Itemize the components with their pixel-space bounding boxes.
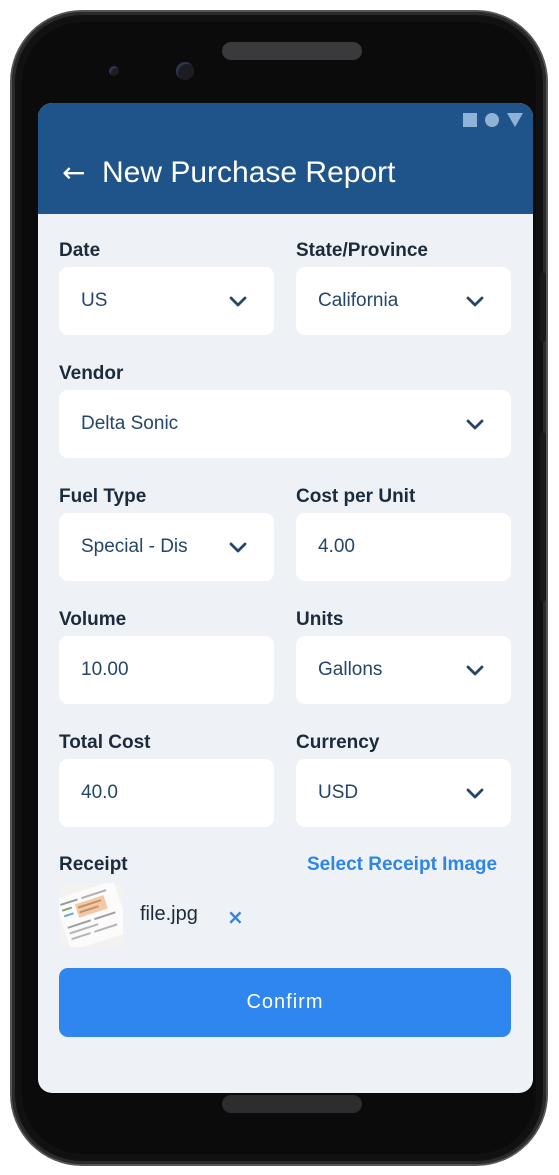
receipt-label: Receipt [59,854,128,875]
units-select[interactable]: Gallons [296,636,511,704]
currency-select[interactable]: USD [296,759,511,827]
chevron-down-icon [466,296,484,307]
arrow-left-icon[interactable]: ← [62,155,85,191]
vendor-label: Vendor [59,363,124,384]
units-label: Units [296,609,344,630]
fuel-type-select[interactable]: Special - Dis [59,513,274,581]
date-label: Date [59,240,101,261]
earpiece-speaker [222,42,362,60]
recents-icon [463,113,477,127]
chevron-down-icon [466,788,484,799]
cost-per-unit-input[interactable]: 4.00 [296,513,511,581]
vendor-value: Delta Sonic [81,413,179,434]
page-title: New Purchase Report [102,156,396,189]
volume-label: Volume [59,609,127,630]
units-value: Gallons [318,659,383,680]
receipt-file-name: file.jpg [140,903,198,925]
app-bar: ← New Purchase Report [38,103,533,214]
total-cost-value: 40.0 [81,782,118,803]
cost-per-unit-value: 4.00 [318,536,355,557]
total-cost-label: Total Cost [59,732,151,753]
chevron-down-icon [229,296,247,307]
select-receipt-link[interactable]: Select Receipt Image [307,854,497,876]
receipt-image [59,883,123,947]
state-value: California [318,290,399,311]
vendor-select[interactable]: Delta Sonic [59,390,511,458]
status-bar [463,113,523,127]
home-icon [485,113,499,127]
sensor [109,66,119,76]
chevron-down-icon [229,542,247,553]
chevron-down-icon [466,665,484,676]
volume-value: 10.00 [81,659,129,680]
bottom-speaker [222,1095,362,1113]
state-select[interactable]: California [296,267,511,335]
front-camera [176,62,194,80]
app-screen: ← New Purchase Report Date US State/Prov… [38,103,533,1093]
close-icon[interactable]: × [227,905,244,929]
total-cost-input[interactable]: 40.0 [59,759,274,827]
date-value: US [81,290,108,311]
volume-button [540,432,546,602]
currency-label: Currency [296,732,380,753]
date-select[interactable]: US [59,267,274,335]
volume-input[interactable]: 10.00 [59,636,274,704]
confirm-button[interactable]: Confirm [59,968,511,1037]
fuel-type-label: Fuel Type [59,486,147,507]
state-label: State/Province [296,240,428,261]
fuel-type-value: Special - Dis [81,536,188,557]
currency-value: USD [318,782,359,803]
signal-icon [507,113,523,127]
cost-per-unit-label: Cost per Unit [296,486,416,507]
power-button [540,272,546,342]
receipt-thumbnail[interactable] [59,883,123,947]
chevron-down-icon [466,419,484,430]
